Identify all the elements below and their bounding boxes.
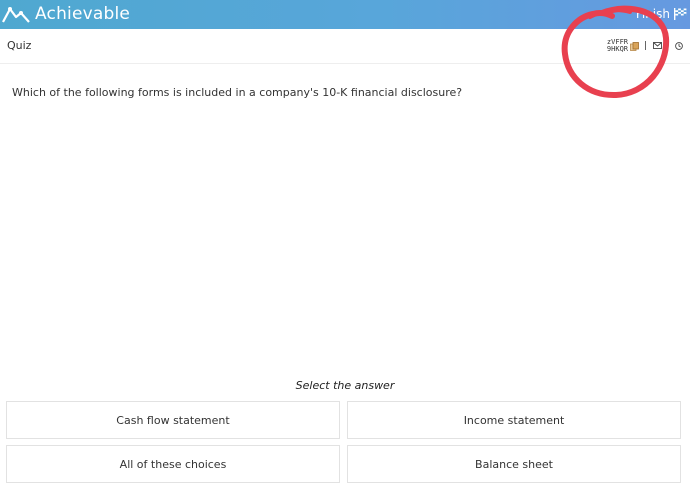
- answer-choice-button[interactable]: Income statement: [347, 401, 681, 439]
- top-bar: Achievable Finish: [0, 0, 690, 29]
- finish-label: Finish: [635, 7, 670, 21]
- quiz-code: zVFFR 9HKQR: [604, 39, 628, 53]
- finish-button[interactable]: Finish: [636, 5, 687, 23]
- quiz-code-line2: 9HKQR: [606, 45, 628, 53]
- divider: [645, 41, 646, 50]
- answer-prompt: Select the answer: [295, 379, 395, 392]
- copy-icon[interactable]: [630, 42, 639, 51]
- page-title: Quiz: [7, 39, 32, 52]
- answer-choice-button[interactable]: All of these choices: [6, 445, 340, 483]
- question-text: Which of the following forms is included…: [12, 86, 463, 99]
- answer-choice-button[interactable]: Balance sheet: [347, 445, 681, 483]
- answer-choice-button[interactable]: Cash flow statement: [6, 401, 340, 439]
- mountain-line-logo-icon[interactable]: [2, 4, 30, 24]
- divider: [667, 41, 668, 50]
- clock-icon[interactable]: [675, 42, 683, 50]
- mail-icon[interactable]: [653, 42, 662, 49]
- quiz-subheader: Quiz zVFFR 9HKQR: [0, 29, 690, 64]
- brand-name[interactable]: Achievable: [35, 4, 130, 24]
- checkered-flag-icon: [674, 8, 687, 20]
